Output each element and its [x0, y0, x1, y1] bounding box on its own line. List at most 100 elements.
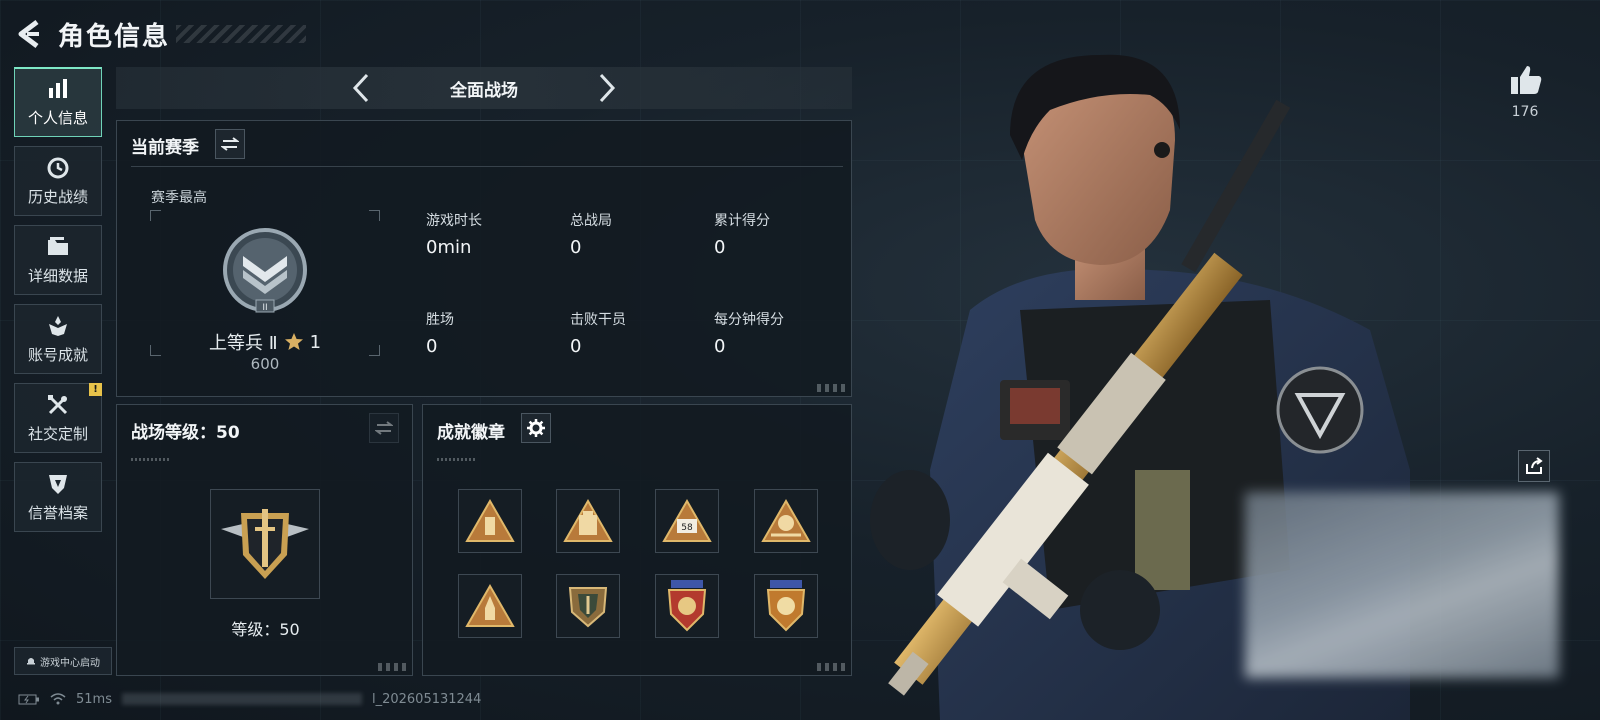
blurred-overlay [1245, 492, 1559, 678]
chevron-right-icon [599, 73, 616, 103]
sidebar-item-history[interactable]: 历史战绩 [14, 146, 102, 216]
badge-winged-shield-gold-icon [766, 580, 806, 632]
badge-skull-triangle-icon [761, 499, 811, 542]
page-title: 角色信息 [58, 21, 171, 52]
chevron-left-icon [352, 73, 369, 103]
badge-slot-3[interactable]: 58 [655, 489, 719, 553]
badges-title: 成就徽章 [437, 423, 505, 443]
badge-slot-1[interactable] [458, 489, 522, 553]
badge-slot-7[interactable] [655, 574, 719, 638]
sidebar-item-achievements[interactable]: 账号成就 [14, 304, 102, 374]
swap-icon [375, 421, 393, 435]
panel-decoration [817, 663, 845, 671]
badge-slot-4[interactable] [754, 489, 818, 553]
rank-name-row: 上等兵 Ⅱ 1 [150, 329, 380, 355]
stat-value-total-score: 0 [714, 237, 726, 258]
sidebar-item-personal-info[interactable]: 个人信息 [14, 67, 102, 137]
panel-decoration [437, 458, 477, 461]
notification-badge: ! [89, 383, 102, 396]
sidebar-item-label: 账号成就 [27, 345, 88, 364]
badge-winged-shield-red-icon [667, 580, 707, 632]
badge-rocket-triangle-icon [465, 584, 515, 627]
mode-next-button[interactable] [590, 71, 624, 105]
game-center-launch-button[interactable]: 游戏中心启动 [14, 647, 112, 675]
badge-slot-2[interactable] [556, 489, 620, 553]
tools-icon [45, 393, 71, 417]
stat-value-kills: 0 [570, 336, 582, 357]
sidebar: 个人信息 历史战绩 详细数据 账号成就 ! 社交定制 信誉档案 [14, 67, 104, 541]
badge-slot-5[interactable] [458, 574, 522, 638]
stat-label-score-per-min: 每分钟得分 [714, 312, 784, 328]
svg-text:58: 58 [681, 523, 693, 533]
season-switch-button[interactable] [215, 129, 245, 159]
achievement-badges-panel: 成就徽章 58 [422, 404, 852, 676]
season-best-label: 赛季最高 [151, 190, 207, 206]
badge-shield-icon [568, 587, 608, 628]
season-title: 当前赛季 [131, 138, 199, 158]
level-text: 等级：50 [231, 620, 300, 639]
achievement-icon [45, 314, 71, 338]
rank-score: 600 [250, 355, 280, 373]
game-center-label: 游戏中心启动 [40, 657, 100, 669]
bell-icon [27, 658, 35, 665]
session-id: l_202605131244 [371, 691, 482, 707]
rank-emblem-icon: II [223, 228, 307, 313]
stat-label-total-score: 累计得分 [714, 213, 770, 229]
like-button[interactable] [1506, 62, 1546, 98]
battle-level-panel: 战场等级：50 等级：50 [116, 404, 413, 676]
rank-name: 上等兵 Ⅱ [208, 333, 278, 354]
thumbs-up-icon [1511, 66, 1542, 94]
rank-stars: 1 [309, 331, 322, 353]
gear-icon [527, 419, 545, 437]
bar-chart-icon [45, 77, 71, 101]
stat-value-total-matches: 0 [570, 237, 582, 258]
ping-value: 51ms [76, 691, 112, 707]
header: 角色信息 [14, 14, 307, 54]
badge-backpack-triangle-icon [563, 499, 613, 542]
badge-slot-6[interactable] [556, 574, 620, 638]
star-icon [284, 333, 303, 350]
battle-level-switch-button[interactable] [369, 413, 399, 443]
badge-58-triangle-icon: 58 [662, 499, 712, 542]
stat-label-total-matches: 总战局 [570, 213, 612, 229]
sidebar-item-label: 社交定制 [27, 424, 88, 443]
badge-slot-8[interactable] [754, 574, 818, 638]
folder-icon [45, 235, 71, 259]
level-emblem-frame [210, 489, 320, 599]
stat-value-wins: 0 [426, 336, 438, 357]
panel-decoration [817, 384, 845, 392]
title-decoration [176, 25, 307, 43]
wifi-icon [50, 693, 66, 705]
battery-icon [18, 694, 39, 704]
badges-settings-button[interactable] [521, 413, 551, 443]
sidebar-item-label: 历史战绩 [27, 187, 88, 206]
battle-level-title: 战场等级：50 [131, 423, 240, 443]
status-bar: 51ms l_202605131244 [18, 690, 481, 708]
sidebar-item-social-custom[interactable]: ! 社交定制 [14, 383, 102, 453]
stat-label-kills: 击败干员 [570, 312, 626, 328]
mode-prev-button[interactable] [344, 71, 378, 105]
credit-shield-icon [45, 472, 71, 496]
stat-label-playtime: 游戏时长 [426, 213, 482, 229]
sidebar-item-details[interactable]: 详细数据 [14, 225, 102, 295]
mode-selector: 全面战场 [116, 67, 852, 109]
swap-icon [221, 137, 239, 151]
sidebar-item-credit-record[interactable]: 信誉档案 [14, 462, 102, 532]
share-button[interactable] [1518, 450, 1550, 482]
stat-value-playtime: 0min [426, 237, 472, 258]
sidebar-item-label: 个人信息 [27, 109, 88, 127]
back-button[interactable] [14, 16, 44, 52]
badge-ammo-triangle-icon [465, 499, 515, 542]
stat-value-score-per-min: 0 [714, 336, 726, 357]
back-arrow-icon [18, 20, 39, 48]
share-icon [1526, 457, 1543, 474]
mode-title: 全面战场 [450, 80, 518, 101]
stat-label-wins: 胜场 [426, 312, 454, 328]
sidebar-item-label: 详细数据 [27, 266, 88, 285]
divider [131, 166, 843, 167]
like-count: 176 [1511, 104, 1539, 120]
panel-decoration [378, 663, 406, 671]
panel-decoration [131, 458, 171, 461]
blurred-player-id [121, 693, 362, 705]
sidebar-item-label: 信誉档案 [27, 503, 88, 522]
